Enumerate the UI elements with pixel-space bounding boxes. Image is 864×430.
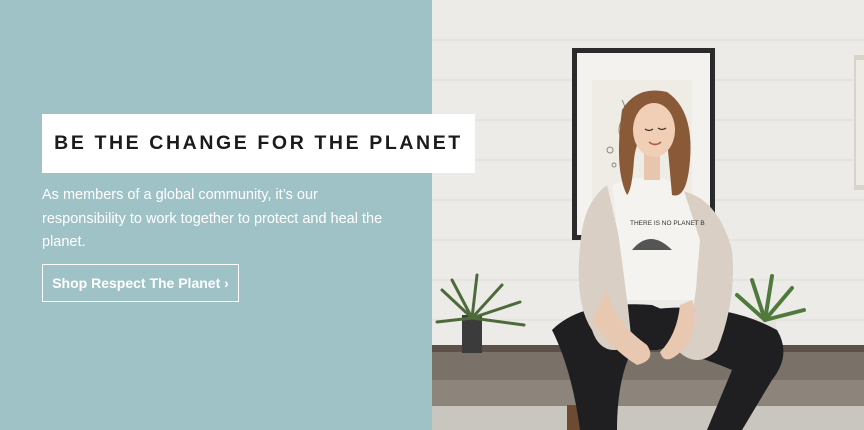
hero-banner: BE THE CHANGE FOR THE PLANET As members …: [0, 0, 864, 430]
hero-text-panel: BE THE CHANGE FOR THE PLANET As members …: [0, 0, 475, 430]
headline-box: BE THE CHANGE FOR THE PLANET: [42, 114, 475, 173]
shop-respect-the-planet-button[interactable]: Shop Respect The Planet ›: [42, 264, 239, 302]
shirt-print: THERE IS NO PLANET B: [630, 220, 705, 227]
hero-headline: BE THE CHANGE FOR THE PLANET: [54, 132, 463, 154]
hero-photo: THERE IS NO PLANET B: [432, 0, 864, 430]
woman-sitting-on-bench-photo: THERE IS NO PLANET B: [432, 0, 864, 430]
hero-description: As members of a global community, it’s o…: [42, 187, 383, 250]
